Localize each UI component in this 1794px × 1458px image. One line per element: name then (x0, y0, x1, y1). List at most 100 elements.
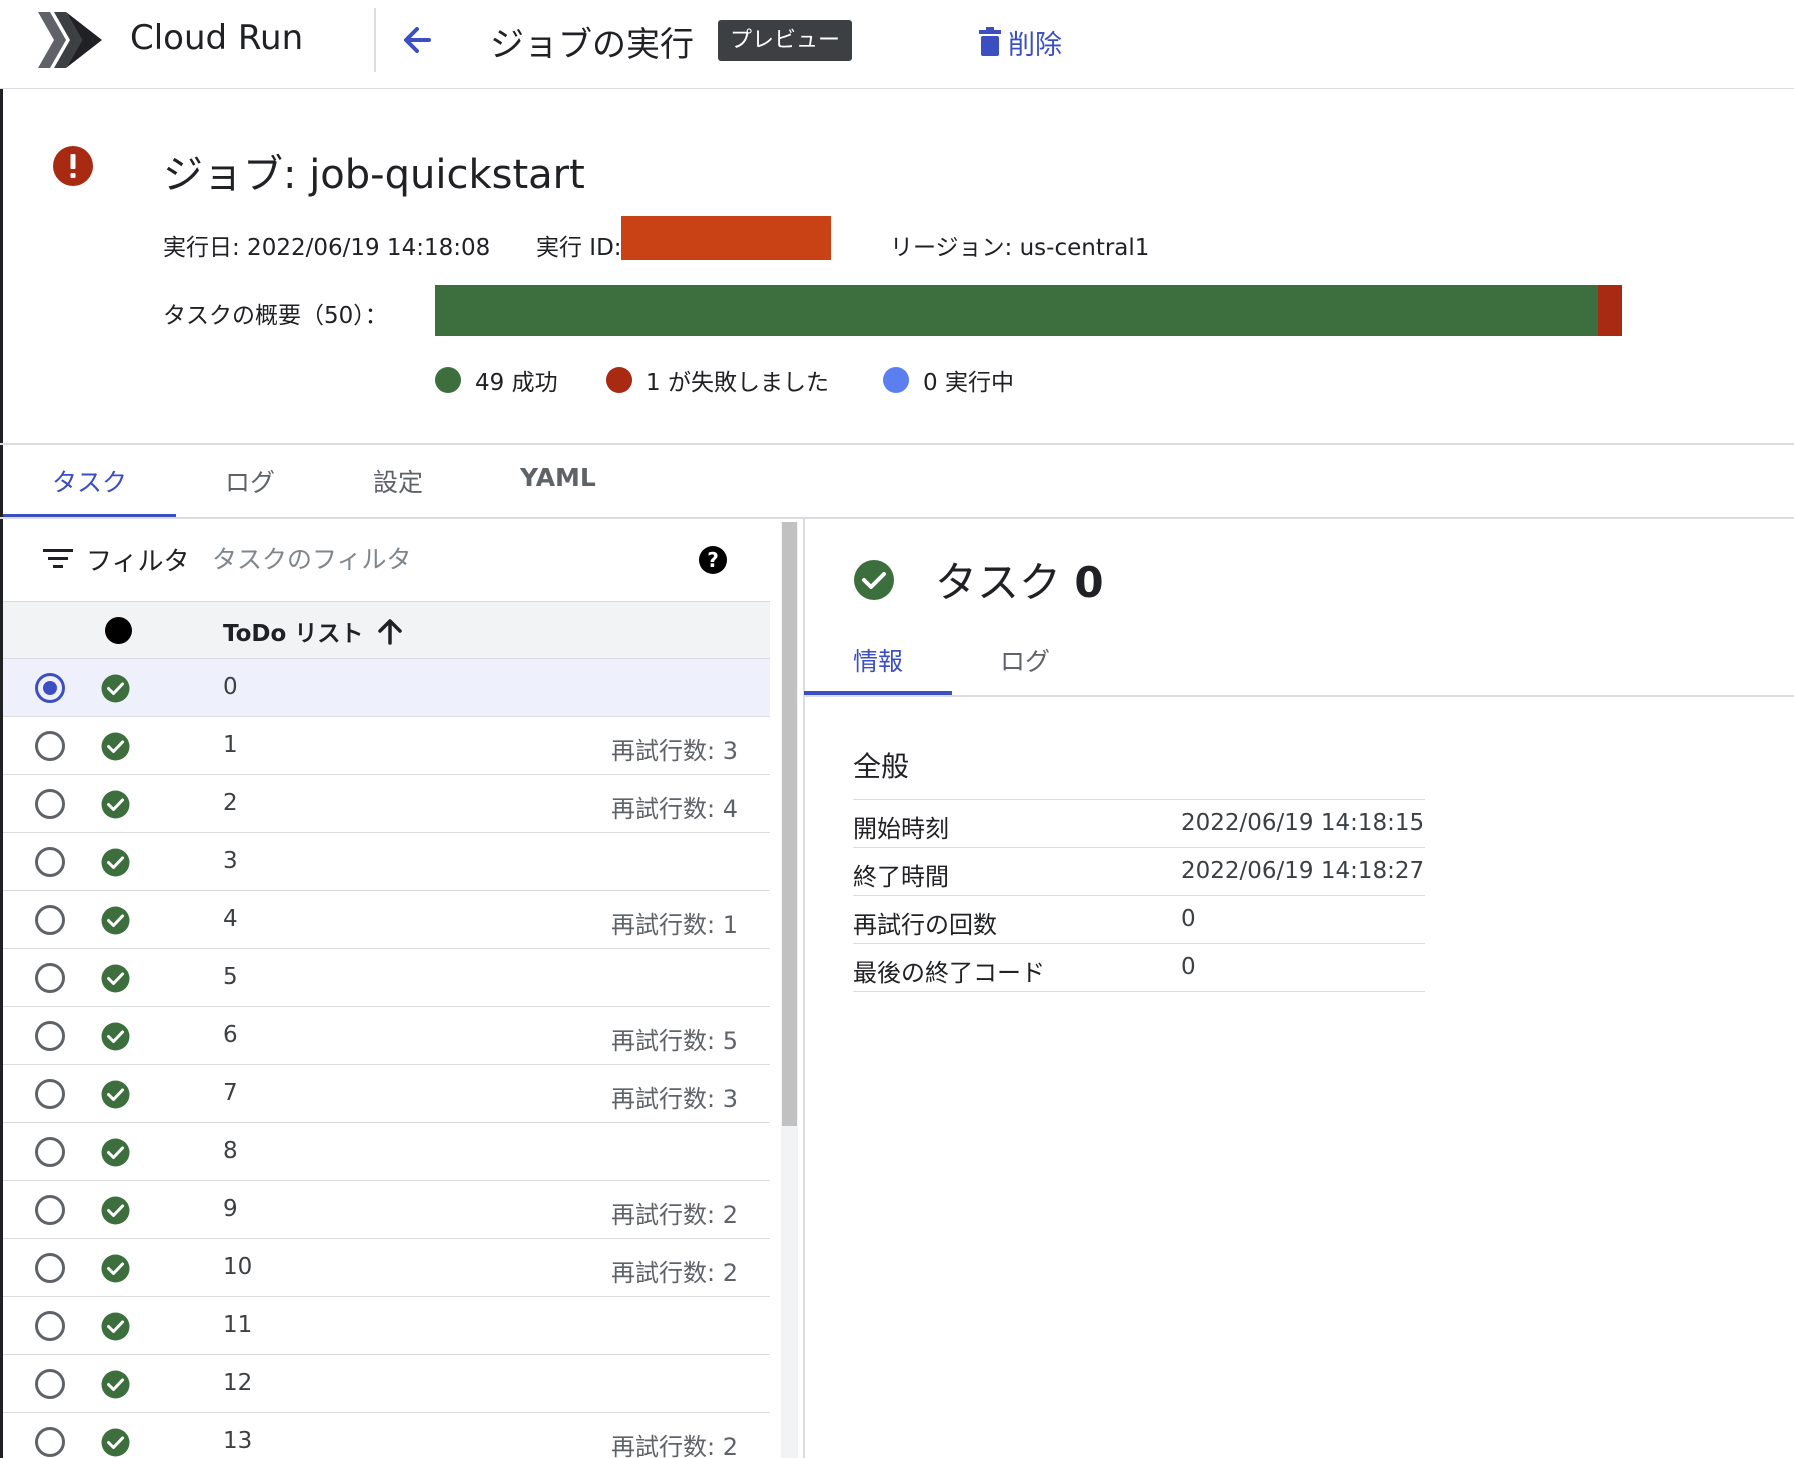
table-row[interactable]: 11 (3, 1297, 770, 1355)
table-header: ToDo リスト (3, 601, 770, 659)
progress-success-segment (435, 285, 1599, 336)
table-row[interactable]: 0 (3, 659, 770, 717)
success-check-icon (101, 848, 130, 877)
retry-count: 再試行数: 2 (611, 1201, 738, 1229)
table-row[interactable]: 9 再試行数: 2 (3, 1181, 770, 1239)
job-title: ジョブ: job-quickstart (163, 152, 585, 198)
general-heading: 全般 (853, 750, 910, 783)
table-row[interactable]: 7 再試行数: 3 (3, 1065, 770, 1123)
tab-tasks[interactable]: タスク (52, 463, 127, 499)
task-title-prefix: タスク (935, 558, 1062, 607)
table-row[interactable]: 12 (3, 1355, 770, 1413)
task-index: 12 (223, 1370, 253, 1396)
row-radio-button[interactable] (35, 963, 65, 993)
scrollbar-thumb[interactable] (782, 522, 797, 1126)
task-index: 6 (223, 1022, 238, 1048)
back-arrow-icon[interactable] (395, 18, 439, 62)
table-row[interactable]: 6 再試行数: 5 (3, 1007, 770, 1065)
retry-count: 再試行数: 2 (611, 1433, 738, 1458)
table-row[interactable]: 8 (3, 1123, 770, 1181)
row-radio-button[interactable] (35, 1369, 65, 1399)
product-name: Cloud Run (130, 18, 304, 58)
row-radio-button[interactable] (35, 847, 65, 877)
row-radio-button[interactable] (35, 1137, 65, 1167)
table-row[interactable]: 10 再試行数: 2 (3, 1239, 770, 1297)
help-icon[interactable]: ? (698, 545, 728, 575)
retry-count: 再試行数: 3 (611, 737, 738, 765)
task-title-number: 0 (1074, 558, 1104, 607)
legend-failed-label: 1 が失敗しました (646, 370, 829, 396)
region: リージョン: us-central1 (890, 235, 1150, 261)
table-row[interactable]: 1 再試行数: 3 (3, 717, 770, 775)
row-radio-button[interactable] (35, 1253, 65, 1283)
task-detail-title: タスク 0 (935, 549, 1104, 610)
subtab-info[interactable]: 情報 (853, 642, 903, 678)
success-check-icon (101, 1022, 130, 1051)
success-check-icon (101, 906, 130, 935)
success-dot-icon (435, 367, 461, 393)
retry-count: 再試行数: 4 (611, 795, 738, 823)
row-radio-button[interactable] (35, 1021, 65, 1051)
retry-count: 再試行数: 3 (611, 1085, 738, 1113)
task-index: 5 (223, 964, 238, 990)
progress-failed-segment (1598, 285, 1622, 336)
execution-id-label: 実行 ID: (536, 235, 622, 261)
sort-ascending-icon[interactable] (377, 617, 403, 645)
task-list: 0 1 再試行数: 3 2 再試行数: 4 3 4 再試行数: 1 5 6 再試行数: 5 7 再試行数… (3, 659, 770, 1458)
table-row[interactable]: 3 (3, 833, 770, 891)
info-row: 再試行の回数 0 (853, 896, 1425, 944)
task-info-table: 開始時刻 2022/06/19 14:18:15 終了時間 2022/06/19 14… (853, 799, 1425, 992)
success-check-icon (101, 1138, 130, 1167)
retry-count: 再試行数: 5 (611, 1027, 738, 1055)
info-key: 再試行の回数 (853, 911, 997, 939)
task-index: 0 (223, 674, 238, 700)
success-check-icon (101, 1254, 130, 1283)
subtab-divider (804, 695, 1794, 697)
tab-logs[interactable]: ログ (225, 463, 275, 499)
task-summary-label: タスクの概要（50）： (163, 303, 388, 329)
info-value: 0 (1181, 954, 1196, 980)
row-radio-button[interactable] (35, 673, 65, 703)
tab-settings[interactable]: 設定 (373, 463, 423, 499)
row-radio-button[interactable] (35, 789, 65, 819)
legend-failed: 1 が失敗しました (606, 363, 829, 397)
task-index: 8 (223, 1138, 238, 1164)
row-radio-button[interactable] (35, 1195, 65, 1225)
section-divider (0, 443, 1794, 445)
row-radio-button[interactable] (35, 1311, 65, 1341)
page-title: ジョブの実行 (490, 25, 694, 65)
error-icon (53, 146, 93, 186)
success-check-icon (101, 964, 130, 993)
table-row[interactable]: 13 再試行数: 2 (3, 1413, 770, 1458)
subtab-logs[interactable]: ログ (1000, 642, 1050, 678)
trash-icon (979, 27, 1001, 56)
preview-badge: プレビュー (718, 20, 853, 61)
success-check-icon (101, 790, 130, 819)
row-radio-button[interactable] (35, 731, 65, 761)
info-row: 開始時刻 2022/06/19 14:18:15 (853, 800, 1425, 848)
todo-column-header[interactable]: ToDo リスト (223, 614, 403, 648)
row-radio-button[interactable] (35, 1427, 65, 1457)
todo-column-label: ToDo リスト (223, 621, 364, 647)
success-check-icon (101, 1196, 130, 1225)
tabs-divider (0, 517, 1794, 519)
table-row[interactable]: 5 (3, 949, 770, 1007)
task-index: 3 (223, 848, 238, 874)
delete-button[interactable]: 削除 (978, 22, 1062, 62)
cloud-run-logo-icon (38, 12, 102, 68)
success-check-icon (101, 1312, 130, 1341)
row-radio-button[interactable] (35, 1079, 65, 1109)
tab-yaml[interactable]: YAML (520, 463, 596, 492)
retry-count: 再試行数: 2 (611, 1259, 738, 1287)
task-index: 11 (223, 1312, 253, 1338)
task-filter-input[interactable] (212, 538, 672, 580)
row-radio-button[interactable] (35, 905, 65, 935)
table-row[interactable]: 2 再試行数: 4 (3, 775, 770, 833)
filter-icon[interactable] (43, 547, 73, 571)
legend-running-label: 0 実行中 (923, 370, 1014, 396)
table-row[interactable]: 4 再試行数: 1 (3, 891, 770, 949)
execution-id-redacted (621, 216, 831, 260)
filter-label: フィルタ (86, 547, 190, 577)
success-check-icon (101, 1370, 130, 1399)
info-value: 2022/06/19 14:18:15 (1181, 810, 1425, 836)
